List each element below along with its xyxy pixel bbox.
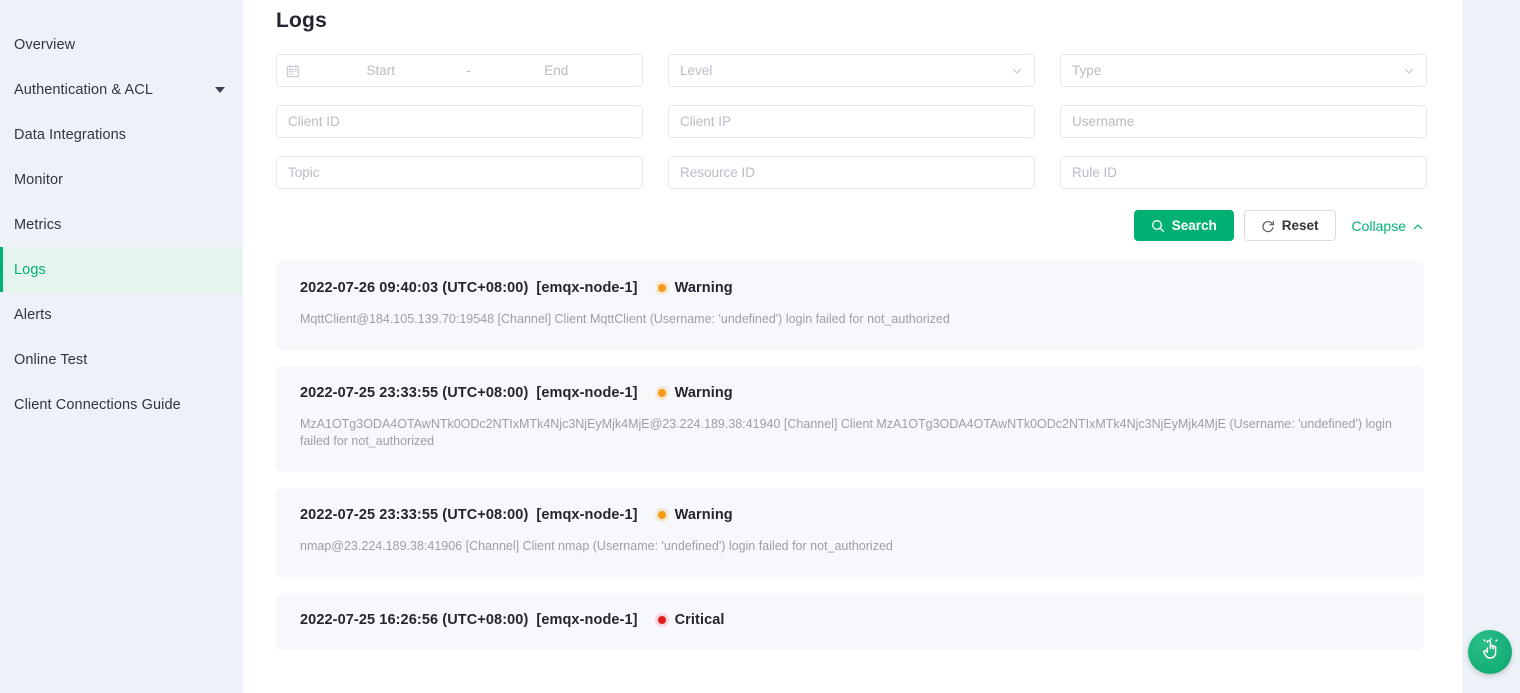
type-select-label: Type	[1072, 63, 1102, 78]
log-entry-header: 2022-07-25 16:26:56 (UTC+08:00) [emqx-nod…	[300, 612, 1400, 628]
log-level-badge: Critical	[657, 612, 725, 628]
sidebar-item-metrics[interactable]: Metrics	[0, 202, 243, 247]
sidebar-item-alerts[interactable]: Alerts	[0, 292, 243, 337]
sidebar-item-client-connections-guide[interactable]: Client Connections Guide	[0, 382, 243, 427]
log-timestamp: 2022-07-25 16:26:56 (UTC+08:00)	[300, 612, 529, 628]
log-entry[interactable]: 2022-07-25 23:33:55 (UTC+08:00) [emqx-nod…	[276, 488, 1424, 577]
log-level-badge: Warning	[657, 280, 733, 296]
sidebar-item-label: Overview	[14, 36, 76, 53]
sidebar-item-label: Alerts	[14, 306, 52, 323]
sidebar-item-monitor[interactable]: Monitor	[0, 157, 243, 202]
client-id-placeholder: Client ID	[288, 114, 340, 129]
log-level-dot-icon	[657, 284, 666, 292]
log-timestamp: 2022-07-25 23:33:55 (UTC+08:00)	[300, 385, 529, 401]
log-message: MzA1OTg3ODA4OTAwNTk0ODc2NTIxMTk4Njc3NjEy…	[300, 417, 1392, 448]
log-node: [emqx-node-1]	[536, 612, 638, 628]
log-level-dot-icon	[657, 511, 666, 519]
page-title: Logs	[276, 9, 327, 32]
sidebar-item-overview[interactable]: Overview	[0, 22, 243, 67]
topic-input[interactable]: Topic	[276, 156, 643, 189]
client-ip-input[interactable]: Client IP	[668, 105, 1035, 138]
chevron-down-icon	[1403, 65, 1415, 77]
chevron-down-icon	[1011, 65, 1023, 77]
reset-button-label: Reset	[1281, 218, 1319, 233]
type-select[interactable]: Type	[1060, 54, 1427, 87]
sidebar-item-label: Data Integrations	[14, 126, 127, 143]
tap-gesture-icon	[1478, 637, 1502, 667]
sidebar-item-label: Authentication & ACL	[14, 81, 154, 98]
log-level-label: Warning	[674, 507, 733, 523]
resource-id-input[interactable]: Resource ID	[668, 156, 1035, 189]
log-message: nmap@23.224.189.38:41906 [Channel] Clien…	[300, 539, 893, 553]
log-entry-header: 2022-07-25 23:33:55 (UTC+08:00) [emqx-nod…	[300, 507, 1400, 523]
sidebar-item-label: Online Test	[14, 351, 88, 368]
date-range-picker[interactable]: Start - End	[276, 54, 643, 87]
topic-placeholder: Topic	[288, 165, 320, 180]
chevron-up-icon	[1412, 220, 1424, 232]
username-placeholder: Username	[1072, 114, 1135, 129]
search-icon	[1151, 219, 1165, 233]
log-level-badge: Warning	[657, 507, 733, 523]
date-end-input[interactable]: End	[480, 63, 634, 78]
log-level-badge: Warning	[657, 385, 733, 401]
sidebar: Overview Authentication & ACL Data Integra…	[0, 0, 243, 693]
log-level-dot-icon	[657, 389, 666, 397]
resource-id-placeholder: Resource ID	[680, 165, 756, 180]
app-root: Overview Authentication & ACL Data Integra…	[0, 0, 1520, 693]
sidebar-nav-list: Overview Authentication & ACL Data Integra…	[0, 22, 243, 427]
floating-action-button[interactable]	[1468, 630, 1512, 674]
search-button-label: Search	[1171, 218, 1217, 233]
rule-id-input[interactable]: Rule ID	[1060, 156, 1427, 189]
client-ip-placeholder: Client IP	[680, 114, 732, 129]
sidebar-item-logs[interactable]: Logs	[0, 247, 243, 292]
reset-button[interactable]: Reset	[1243, 210, 1336, 241]
main-content: Logs Start - End Level Type Client ID Cl…	[243, 0, 1462, 693]
sidebar-item-label: Metrics	[14, 216, 62, 233]
log-entry[interactable]: 2022-07-25 16:26:56 (UTC+08:00) [emqx-nod…	[276, 593, 1424, 650]
level-select-label: Level	[680, 63, 713, 78]
rule-id-placeholder: Rule ID	[1072, 165, 1118, 180]
log-node: [emqx-node-1]	[536, 385, 638, 401]
collapse-toggle[interactable]: Collapse	[1352, 218, 1424, 234]
date-range-separator: -	[466, 63, 471, 78]
log-level-dot-icon	[657, 616, 666, 624]
date-start-input[interactable]: Start	[304, 63, 458, 78]
log-level-label: Warning	[674, 385, 733, 401]
search-button[interactable]: Search	[1133, 210, 1234, 241]
collapse-toggle-label: Collapse	[1351, 217, 1406, 234]
log-entry[interactable]: 2022-07-25 23:33:55 (UTC+08:00) [emqx-nod…	[276, 366, 1424, 472]
sidebar-item-online-test[interactable]: Online Test	[0, 337, 243, 382]
calendar-icon	[286, 64, 300, 78]
filter-form: Start - End Level Type Client ID Client …	[276, 54, 1427, 189]
log-node: [emqx-node-1]	[536, 507, 638, 523]
log-level-label: Critical	[674, 612, 725, 628]
log-node: [emqx-node-1]	[536, 280, 638, 296]
log-timestamp: 2022-07-26 09:40:03 (UTC+08:00)	[300, 280, 529, 296]
log-level-label: Warning	[674, 280, 733, 296]
log-entry-header: 2022-07-25 23:33:55 (UTC+08:00) [emqx-nod…	[300, 385, 1400, 401]
username-input[interactable]: Username	[1060, 105, 1427, 138]
sidebar-item-label: Logs	[14, 261, 46, 278]
sidebar-item-label: Client Connections Guide	[14, 396, 181, 413]
log-timestamp: 2022-07-25 23:33:55 (UTC+08:00)	[300, 507, 529, 523]
sidebar-item-authentication-acl[interactable]: Authentication & ACL	[0, 67, 243, 112]
log-entry-header: 2022-07-26 09:40:03 (UTC+08:00) [emqx-nod…	[300, 280, 1400, 296]
log-entry[interactable]: 2022-07-26 09:40:03 (UTC+08:00) [emqx-nod…	[276, 261, 1424, 350]
sidebar-item-label: Monitor	[14, 171, 64, 188]
filter-actions: Search Reset Collapse	[276, 210, 1424, 241]
log-list: 2022-07-26 09:40:03 (UTC+08:00) [emqx-nod…	[276, 261, 1424, 650]
sidebar-item-data-integrations[interactable]: Data Integrations	[0, 112, 243, 157]
log-message: MqttClient@184.105.139.70:19548 [Channel…	[300, 312, 950, 326]
chevron-down-icon[interactable]	[215, 86, 225, 93]
refresh-icon	[1261, 219, 1275, 233]
client-id-input[interactable]: Client ID	[276, 105, 643, 138]
level-select[interactable]: Level	[668, 54, 1035, 87]
